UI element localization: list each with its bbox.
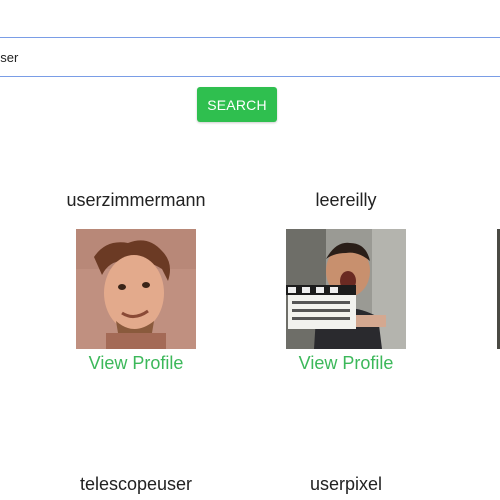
user-card: telescopeuser bbox=[36, 473, 236, 495]
username-label: b bbox=[457, 189, 500, 211]
user-card: U bbox=[457, 473, 500, 495]
user-search-page: SEARCH userzimmermann View Profile leere… bbox=[0, 0, 500, 500]
avatar[interactable] bbox=[286, 229, 406, 349]
user-card: userpixel bbox=[246, 473, 446, 495]
view-profile-link[interactable]: View Profile bbox=[36, 353, 236, 374]
username-label: U bbox=[457, 473, 500, 495]
search-input[interactable] bbox=[0, 37, 500, 77]
view-profile-link[interactable]: View Profile bbox=[246, 353, 446, 374]
search-button[interactable]: SEARCH bbox=[197, 87, 277, 122]
avatar[interactable] bbox=[76, 229, 196, 349]
username-label: userzimmermann bbox=[66, 190, 206, 210]
user-card: userzimmermann View Profile bbox=[36, 189, 236, 374]
username-label: userpixel bbox=[309, 474, 383, 494]
username-label: telescopeuser bbox=[79, 474, 193, 494]
user-card: b bbox=[457, 189, 500, 349]
user-card: leereilly View Profile bbox=[246, 189, 446, 374]
username-label: leereilly bbox=[315, 190, 377, 210]
